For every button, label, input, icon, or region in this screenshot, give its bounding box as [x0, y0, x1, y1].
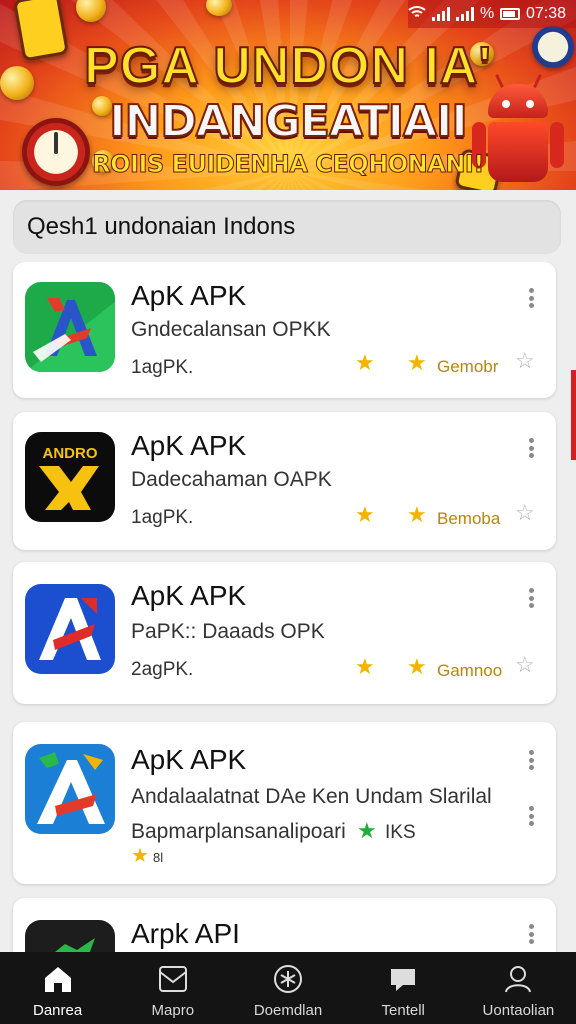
nav-item-home[interactable]: Danrea [0, 952, 115, 1024]
app-badge: Gemobr [437, 357, 499, 376]
promo-banner[interactable]: PGA UNDON IA' INDANGEATIAII ROIIS EUIDEN… [0, 0, 576, 190]
app-card[interactable]: ANDRO ApK APK Dadecahaman OAPK 1agPK. ★ … [13, 412, 556, 550]
battery-icon [500, 8, 520, 20]
app-size: 2agPK. [131, 659, 194, 680]
app-card[interactable]: Arpk API [13, 898, 556, 952]
more-options-icon[interactable] [528, 750, 534, 770]
app-list[interactable]: ApK APK Gndecalansan OPKK 1agPK. ★ ★ Gem… [0, 262, 576, 952]
banner-subtitle: INDANGEATIAII [108, 95, 469, 148]
rating-star-icon: ★ [355, 502, 375, 527]
rating-star-icon: ★ [355, 654, 375, 679]
home-icon [41, 962, 75, 996]
app-size: 1agPK. [131, 357, 194, 378]
more-options-icon[interactable] [528, 438, 534, 458]
banner-tagline: ROIIS EUIDENHA CEQHONANI! [92, 150, 485, 179]
nav-item-chat[interactable]: Tentell [346, 952, 461, 1024]
map-icon [156, 962, 190, 996]
rating-star-icon: ★ [407, 502, 427, 527]
status-bar: % 07:38 [408, 0, 576, 28]
more-options-icon[interactable] [528, 924, 534, 944]
bottom-nav: Danrea Mapro Doemdlan Tentell Uontaolian [0, 952, 576, 1024]
app-andro-yellow-icon: ANDRO [25, 432, 115, 522]
more-options-icon[interactable] [528, 588, 534, 608]
favorite-star-icon[interactable]: ☆ [515, 350, 535, 372]
app-card[interactable]: ApK APK PaPK:: Daaads OPK 2agPK. ★ ★ Gam… [13, 562, 556, 704]
app-a-green-icon [25, 282, 115, 372]
app-description: Bapmarplansanalipoari [131, 820, 346, 843]
banner-title: PGA UNDON IA' [83, 36, 492, 96]
nav-label: Tentell [381, 1002, 425, 1019]
rating-star-icon: ★ [407, 654, 427, 679]
favorite-star-icon[interactable]: ☆ [515, 654, 535, 676]
app-badge: 8l [153, 850, 164, 865]
battery-percent: % [480, 5, 495, 22]
app-developer: Dadecahaman OAPK [131, 468, 332, 491]
rating-star-icon: ★ [407, 350, 427, 375]
app-developer: PaPK:: Daaads OPK [131, 620, 325, 643]
app-title: ApK APK [131, 280, 247, 311]
app-a-blue-icon [25, 584, 115, 674]
nav-label: Mapro [151, 1002, 195, 1019]
app-size: 1agPK. [131, 507, 194, 528]
nav-label: Doemdlan [253, 1002, 323, 1019]
nav-item-download[interactable]: Doemdlan [230, 952, 345, 1024]
rating-star-icon: ★ [355, 350, 375, 375]
search-bar[interactable]: Qesh1 undonaian Indons [13, 200, 561, 254]
clock-time: 07:38 [525, 5, 566, 22]
chat-icon [386, 962, 420, 996]
download-icon [271, 962, 305, 996]
wifi-icon [408, 5, 426, 24]
signal-icon [456, 7, 474, 21]
app-tag: IKS [385, 822, 416, 843]
app-dark-icon [25, 920, 115, 952]
favorite-star-icon[interactable]: ☆ [515, 502, 535, 524]
svg-text:ANDRO: ANDRO [43, 445, 98, 462]
app-badge: Gamnoo [437, 661, 503, 680]
app-card[interactable]: ApK APK Gndecalansan OPKK 1agPK. ★ ★ Gem… [13, 262, 556, 398]
app-card[interactable]: ApK APK Andalaalatnat DAe Ken Undam Slar… [13, 722, 556, 884]
app-title: Arpk API [131, 918, 240, 949]
app-title: ApK APK [131, 744, 247, 775]
nav-label: Uontaolian [482, 1002, 555, 1019]
rating-star-icon: ★ [131, 845, 149, 867]
app-developer: Andalaalatnat DAe Ken Undam Slarilal [131, 785, 492, 808]
app-developer: Gndecalansan OPKK [131, 318, 331, 341]
app-delta-icon [25, 744, 115, 834]
search-input-text: Qesh1 undonaian Indons [27, 213, 296, 240]
scroll-indicator [571, 370, 576, 460]
nav-item-map[interactable]: Mapro [115, 952, 230, 1024]
user-icon [501, 962, 535, 996]
nav-label: Danrea [33, 1002, 83, 1019]
app-title: ApK APK [131, 430, 247, 461]
app-title: ApK APK [131, 580, 247, 611]
signal-icon [432, 7, 450, 21]
nav-item-profile[interactable]: Uontaolian [461, 952, 576, 1024]
more-options-icon[interactable] [528, 288, 534, 308]
more-options-icon[interactable] [528, 806, 534, 826]
app-badge: Bemoba [437, 509, 501, 528]
rating-star-icon: ★ [357, 818, 377, 843]
